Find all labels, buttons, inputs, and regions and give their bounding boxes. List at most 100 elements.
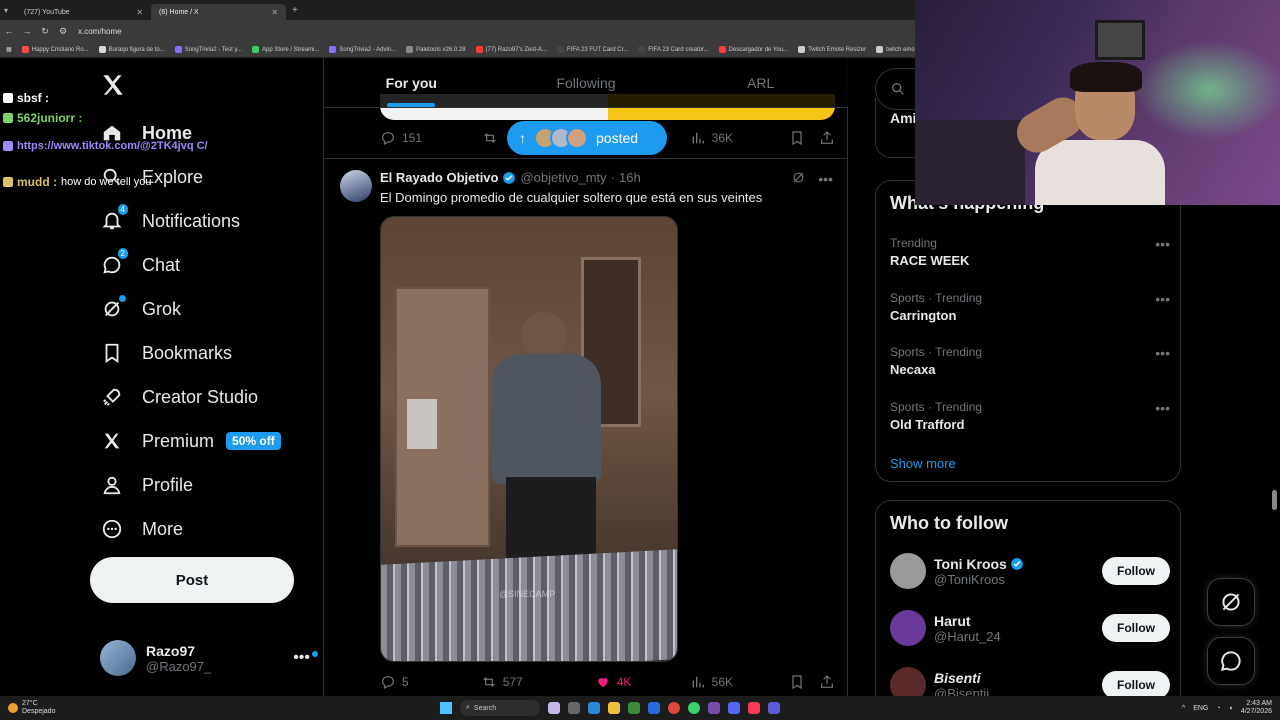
nav-item-grok[interactable]: Grok <box>100 294 181 324</box>
tweet-author-avatar[interactable] <box>340 170 372 202</box>
reply-button[interactable]: 151 <box>380 130 422 146</box>
volume-icon[interactable]: ◖ <box>1229 705 1233 712</box>
account-switcher[interactable]: Razo97 @Razo97_ ••• <box>100 636 318 680</box>
more-options-icon[interactable]: ••• <box>818 171 833 187</box>
windows-start-icon[interactable] <box>440 702 452 714</box>
bookmark-button[interactable] <box>789 674 805 690</box>
trend-item[interactable]: Trending RACE WEEK ••• <box>890 236 1170 268</box>
tab-youtube[interactable]: (727) YouTube ✕ <box>16 4 151 20</box>
nav-item-notifications[interactable]: 4 Notifications <box>100 204 240 236</box>
close-tab-icon[interactable]: ✕ <box>136 8 143 17</box>
back-icon[interactable]: ← <box>0 26 18 36</box>
grok-floating-button[interactable] <box>1207 578 1255 626</box>
music-icon[interactable] <box>748 702 760 714</box>
copilot-icon[interactable] <box>548 702 560 714</box>
tweet-time[interactable]: 16h <box>619 170 641 185</box>
like-button[interactable]: 4K <box>595 674 631 690</box>
language-indicator[interactable]: ENG <box>1193 705 1208 712</box>
trend-item[interactable]: Sports · Trending Carrington ••• <box>890 291 1170 323</box>
follow-button[interactable]: Follow <box>1102 614 1170 642</box>
tab-arl[interactable]: ARL <box>673 58 848 107</box>
tab-following[interactable]: Following <box>499 58 674 107</box>
obs-icon[interactable] <box>708 702 720 714</box>
page-scrollbar[interactable] <box>1272 490 1277 510</box>
nav-item-premium[interactable]: Premium 50% off <box>100 426 281 456</box>
avatar[interactable] <box>890 610 926 646</box>
views-button[interactable]: 36K <box>690 130 733 146</box>
reply-button[interactable]: 5 <box>380 674 409 690</box>
chat-link[interactable]: https://www.tiktok.com/@2TK4jvq C/ <box>17 138 208 154</box>
nav-item-bookmarks[interactable]: Bookmarks <box>100 338 232 368</box>
repost-button[interactable] <box>482 130 498 146</box>
repost-button[interactable]: 577 <box>481 674 523 690</box>
forward-icon[interactable]: → <box>18 26 36 36</box>
bookmark-item[interactable]: SongTrivia2 - Test y... <box>174 46 242 53</box>
tab-x-home[interactable]: (6) Home / X ✕ <box>151 4 287 20</box>
follow-suggestion[interactable]: Toni Kroos @ToniKroos Follow <box>890 551 1170 591</box>
bookmark-item[interactable]: FIFA 23 FUT Card Cr... <box>557 46 628 53</box>
nav-item-profile[interactable]: Profile <box>100 470 193 500</box>
bookmark-item[interactable]: twitch emote re <box>876 46 915 53</box>
app-icon[interactable] <box>628 702 640 714</box>
discord-icon[interactable] <box>728 702 740 714</box>
nav-item-more[interactable]: More <box>100 514 183 544</box>
spotify-icon[interactable] <box>688 702 700 714</box>
tweet-video[interactable]: @SINECAMP <box>380 216 678 662</box>
follow-suggestion[interactable]: Bisenti @Bisentii Follow <box>890 665 1170 696</box>
post-button[interactable]: Post <box>90 557 294 603</box>
more-options-icon[interactable]: ••• <box>1155 345 1170 361</box>
nav-item-creator-studio[interactable]: Creator Studio <box>100 382 258 412</box>
follow-suggestion[interactable]: Harut @Harut_24 Follow <box>890 608 1170 648</box>
tab-for-you[interactable]: For you <box>324 58 499 107</box>
show-more-link[interactable]: Show more <box>890 456 956 471</box>
follow-button[interactable]: Follow <box>1102 671 1170 696</box>
bookmark-item[interactable]: Twitch Emote Resizer <box>798 46 866 53</box>
reload-icon[interactable]: ↻ <box>36 26 54 37</box>
site-info-icon[interactable]: ⚙ <box>54 26 72 37</box>
more-options-icon[interactable]: ••• <box>1155 236 1170 252</box>
bookmark-item[interactable]: Descargador de You... <box>718 46 788 53</box>
more-options-icon[interactable]: ••• <box>293 649 318 667</box>
url-field[interactable]: x.com/home <box>78 27 122 36</box>
task-view-icon[interactable] <box>568 702 580 714</box>
bookmark-item[interactable]: App Store / Streami... <box>252 46 319 53</box>
apps-icon[interactable]: ▦ <box>6 46 12 53</box>
weather-widget[interactable]: 27°C Despejado <box>0 700 440 716</box>
views-button[interactable]: 56K <box>690 674 733 690</box>
chrome-icon[interactable] <box>668 702 680 714</box>
share-button[interactable] <box>819 674 835 690</box>
taskbar-search[interactable]: ⌕ Search <box>460 700 540 716</box>
more-options-icon[interactable]: ••• <box>1155 400 1170 416</box>
follow-button[interactable]: Follow <box>1102 557 1170 585</box>
store-icon[interactable] <box>648 702 660 714</box>
messages-floating-button[interactable] <box>1207 637 1255 685</box>
trend-item[interactable]: Sports · Trending Old Trafford ••• <box>890 400 1170 432</box>
app-icon[interactable] <box>768 702 780 714</box>
close-tab-icon[interactable]: ✕ <box>271 8 278 17</box>
avatar[interactable] <box>890 667 926 696</box>
bookmark-item[interactable]: SongTrivia2 - Advin... <box>329 46 396 53</box>
bookmark-item[interactable]: (77) Razo97's Zest-A... <box>475 46 547 53</box>
bookmark-item[interactable]: FIFA 23 Card creator... <box>638 46 709 53</box>
trend-item[interactable]: Sports · Trending Necaxa ••• <box>890 345 1170 377</box>
nav-item-chat[interactable]: 2 Chat <box>100 248 180 280</box>
bookmark-button[interactable] <box>789 130 805 146</box>
bookmark-item[interactable]: Happy Cristiano Ro... <box>21 46 89 53</box>
avatar[interactable] <box>890 553 926 589</box>
tweet-author-handle[interactable]: @objetivo_mty <box>520 170 606 185</box>
file-explorer-icon[interactable] <box>608 702 620 714</box>
tab-search-icon[interactable]: ▾ <box>4 6 8 15</box>
tweet-author-name[interactable]: El Rayado Objetivo <box>380 170 498 185</box>
edge-icon[interactable] <box>588 702 600 714</box>
bookmark-item[interactable]: Buraqo figura de to... <box>98 46 165 53</box>
new-tab-icon[interactable]: + <box>292 5 298 16</box>
wifi-icon[interactable]: ◔ <box>1216 705 1220 712</box>
x-logo-icon[interactable] <box>100 72 126 105</box>
more-options-icon[interactable]: ••• <box>1155 291 1170 307</box>
new-posts-pill[interactable]: ↑ posted <box>507 121 667 155</box>
bookmark-item[interactable]: Paletools v26.0.28 <box>406 46 466 53</box>
clock[interactable]: 2:43 AM 4/27/2026 <box>1241 700 1272 716</box>
share-button[interactable] <box>819 130 835 146</box>
chevron-up-icon[interactable]: ^ <box>1182 705 1185 712</box>
grok-icon[interactable] <box>791 170 806 188</box>
